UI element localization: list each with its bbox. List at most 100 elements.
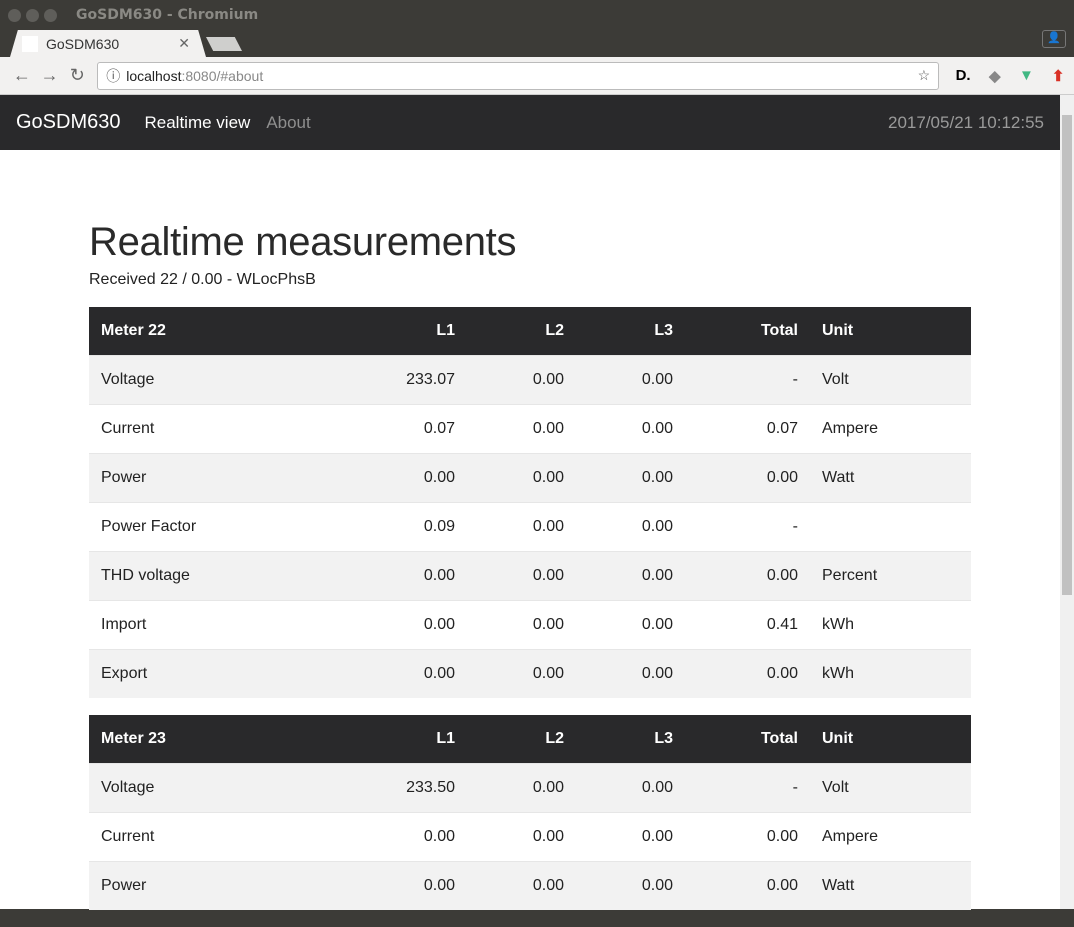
table-row: THD voltage 0.00 0.00 0.00 0.00 Percent	[89, 550, 971, 600]
column-header: L3	[576, 307, 685, 355]
forward-icon[interactable]: →	[36, 65, 64, 86]
nav-about[interactable]: About	[266, 113, 310, 133]
favicon-icon	[22, 35, 38, 52]
table-cell: Export	[89, 648, 358, 698]
table-cell: 0.00	[576, 550, 685, 600]
table-cell: -	[685, 762, 810, 812]
table-cell: Voltage	[89, 762, 358, 812]
window-title: GoSDM630 - Chromium	[76, 7, 259, 23]
reload-icon[interactable]: ↻	[63, 65, 91, 86]
profile-icon[interactable]: 👤	[1042, 30, 1066, 48]
table-cell: 0.00	[467, 550, 576, 600]
address-bar[interactable]: ⓘ localhost:8080/#about ☆	[97, 61, 940, 90]
table-cell: Voltage	[89, 354, 358, 404]
clock: 2017/05/21 10:12:55	[888, 112, 1044, 132]
table-cell: 0.00	[685, 550, 810, 600]
table-cell: 0.07	[685, 403, 810, 453]
table-cell: 0.00	[467, 599, 576, 649]
table-cell: 233.50	[358, 762, 467, 812]
table-cell: Power	[89, 860, 358, 910]
table-cell: Percent	[810, 550, 971, 600]
extension-d-icon[interactable]: D.	[947, 67, 979, 84]
column-header: Total	[685, 715, 810, 763]
table-cell: -	[685, 354, 810, 404]
navbar: GoSDM630 Realtime view About 2017/05/21 …	[0, 95, 1060, 150]
minimize-window-icon[interactable]	[26, 8, 39, 22]
meter-name: Meter 23	[89, 715, 358, 763]
table-cell: 0.00	[358, 452, 467, 502]
table-cell	[810, 501, 971, 551]
table-row: Power 0.00 0.00 0.00 0.00 Watt	[89, 860, 971, 910]
bookmark-star-icon[interactable]: ☆	[918, 67, 931, 84]
column-header: L2	[467, 715, 576, 763]
extension-badger-icon[interactable]: ◆	[979, 67, 1011, 85]
table-cell: 0.00	[467, 501, 576, 551]
table-cell: 0.00	[685, 811, 810, 861]
table-cell: 0.00	[358, 550, 467, 600]
table-cell: Ampere	[810, 811, 971, 861]
table-cell: 0.00	[576, 403, 685, 453]
table-cell: Current	[89, 811, 358, 861]
table-cell: 0.00	[358, 648, 467, 698]
column-header: L3	[576, 715, 685, 763]
table-cell: 0.00	[685, 452, 810, 502]
column-header: Unit	[810, 307, 971, 355]
table-cell: -	[685, 501, 810, 551]
table-cell: 0.00	[467, 811, 576, 861]
table-cell: 0.09	[358, 501, 467, 551]
table-row: Power 0.00 0.00 0.00 0.00 Watt	[89, 452, 971, 502]
scrollbar-thumb[interactable]	[1062, 115, 1072, 595]
table-cell: Ampere	[810, 403, 971, 453]
table-cell: Import	[89, 599, 358, 649]
table-row: Voltage 233.50 0.00 0.00- Volt	[89, 762, 971, 812]
scrollbar[interactable]	[1060, 95, 1074, 909]
table-cell: 0.00	[576, 811, 685, 861]
extension-upload-icon[interactable]: ⬆	[1042, 67, 1074, 85]
table-cell: 0.00	[576, 452, 685, 502]
table-cell: 0.00	[358, 860, 467, 910]
table-cell: Power Factor	[89, 501, 358, 551]
table-cell: 0.00	[467, 762, 576, 812]
meter-name: Meter 22	[89, 307, 358, 355]
table-cell: 0.00	[576, 599, 685, 649]
table-cell: Watt	[810, 860, 971, 910]
table-cell: 0.00	[358, 811, 467, 861]
table-cell: 0.41	[685, 599, 810, 649]
back-icon[interactable]: ←	[8, 65, 36, 86]
nav-realtime-view[interactable]: Realtime view	[145, 113, 251, 133]
table-cell: 233.07	[358, 354, 467, 404]
url-host: localhost	[126, 67, 182, 84]
table-cell: Volt	[810, 354, 971, 404]
table-cell: 0.00	[467, 403, 576, 453]
meter-table: Meter 22 L1 L2 L3 Total Unit Voltage 233.07 0.00…	[89, 307, 971, 698]
table-cell: kWh	[810, 648, 971, 698]
column-header: L1	[358, 715, 467, 763]
table-cell: 0.00	[576, 762, 685, 812]
close-tab-icon[interactable]: ✕	[178, 35, 190, 52]
page-title: Realtime measurements	[89, 220, 517, 264]
maximize-window-icon[interactable]	[44, 8, 57, 22]
column-header: Total	[685, 307, 810, 355]
table-cell: 0.00	[576, 354, 685, 404]
status-text: Received 22 / 0.00 - WLocPhsB	[89, 271, 316, 288]
table-cell: 0.00	[576, 501, 685, 551]
table-row: Power Factor 0.09 0.00 0.00-	[89, 501, 971, 551]
brand[interactable]: GoSDM630	[16, 111, 121, 134]
info-icon[interactable]: ⓘ	[106, 66, 120, 86]
browser-tab[interactable]: GoSDM630 ✕	[10, 30, 206, 57]
close-window-icon[interactable]	[8, 8, 21, 22]
table-cell: 0.00	[576, 648, 685, 698]
window-titlebar: GoSDM630 - Chromium	[0, 0, 1074, 30]
table-cell: 0.00	[467, 354, 576, 404]
table-row: Current 0.07 0.00 0.00 0.07 Ampere	[89, 403, 971, 453]
meter-table: Meter 23 L1 L2 L3 Total Unit Voltage 233.50 0.00…	[89, 715, 971, 910]
table-row: Import 0.00 0.00 0.00 0.41 kWh	[89, 599, 971, 649]
column-header: L1	[358, 307, 467, 355]
new-tab-button[interactable]	[206, 37, 242, 51]
url-path: :8080/#about	[181, 67, 264, 84]
table-cell: Power	[89, 452, 358, 502]
vue-devtools-icon[interactable]: ▼	[1011, 67, 1043, 84]
table-cell: 0.00	[467, 648, 576, 698]
table-cell: 0.07	[358, 403, 467, 453]
table-cell: 0.00	[358, 599, 467, 649]
